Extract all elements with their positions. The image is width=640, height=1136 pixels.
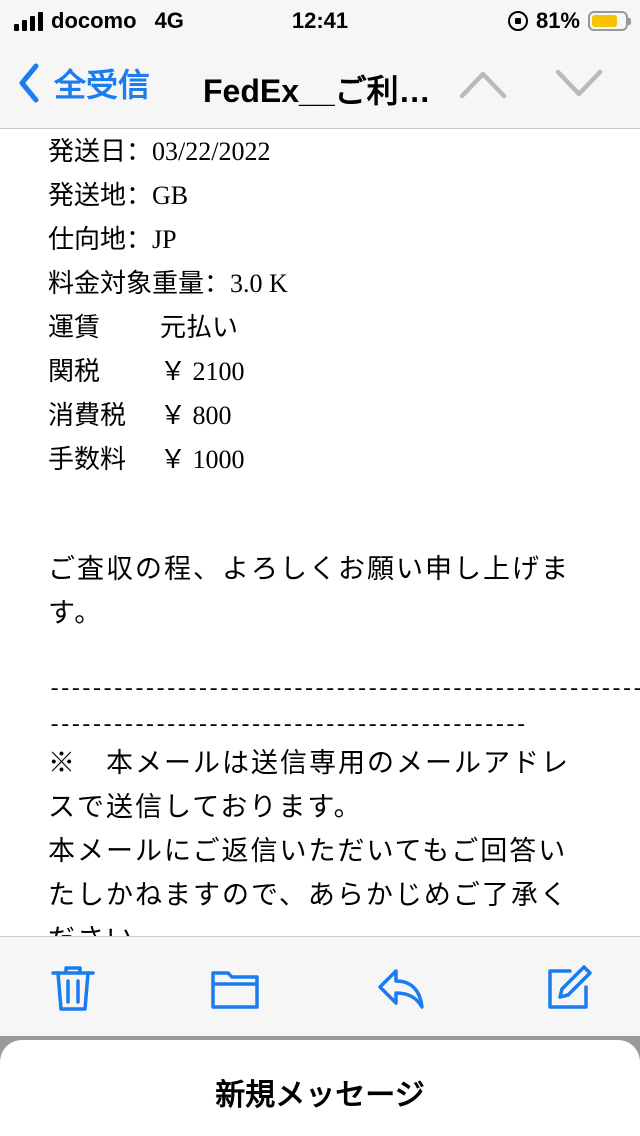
mail-body[interactable]: 発送日：03/22/2022 発送地：GB 仕向地：JP 料金対象重量：3.0 … bbox=[0, 129, 640, 936]
charge-label: 手数料 bbox=[48, 445, 127, 474]
closing-paragraph: ご査収の程、よろしくお願い申し上げます。 bbox=[48, 554, 570, 628]
charge-value: ￥ 800 bbox=[160, 401, 232, 430]
notice-paragraph: ※ 本メールは送信専用のメールアドレスで送信しております。 bbox=[48, 748, 570, 822]
back-button-label: 全受信 bbox=[54, 67, 151, 103]
charge-label: 関税 bbox=[48, 357, 101, 386]
field-label: 発送日： bbox=[48, 137, 153, 166]
trash-icon[interactable] bbox=[48, 963, 98, 1013]
field-label: 仕向地： bbox=[48, 225, 153, 254]
charge-freight: 運賃 元払い bbox=[48, 307, 238, 344]
charge-handling-fee: 手数料 ￥ 1000 bbox=[48, 439, 245, 476]
notice-text: 本メールにご返信いただいてもご回答いたしかねますので、あらかじめご了承くださ bbox=[48, 836, 569, 936]
chevron-left-icon bbox=[19, 63, 39, 103]
field-value: 3.0 K bbox=[230, 269, 288, 298]
field-value: GB bbox=[152, 181, 189, 210]
charge-value: ￥ 1000 bbox=[160, 445, 245, 474]
charge-label: 運賃 bbox=[48, 313, 101, 342]
divider-line: ----------------------------------------… bbox=[48, 713, 528, 738]
status-bar: docomo 4G 12:41 81% bbox=[0, 0, 640, 44]
back-button[interactable]: 全受信 bbox=[14, 60, 150, 106]
draft-message-sheet[interactable]: 新規メッセージ bbox=[0, 1040, 640, 1136]
charge-value: ￥ 2100 bbox=[160, 357, 245, 386]
reply-icon[interactable] bbox=[376, 963, 426, 1013]
battery-icon bbox=[588, 11, 631, 31]
charge-consumption-tax: 消費税 ￥ 800 bbox=[48, 395, 232, 432]
battery-percent: 81% bbox=[535, 8, 580, 33]
chevron-up-icon[interactable] bbox=[458, 66, 508, 102]
field-label: 料金対象重量： bbox=[48, 269, 231, 298]
field-label: 発送地： bbox=[48, 181, 153, 210]
charge-label: 消費税 bbox=[48, 401, 127, 430]
field-ship-date: 発送日：03/22/2022 bbox=[48, 131, 270, 168]
mail-toolbar bbox=[0, 936, 640, 1037]
field-weight: 料金対象重量：3.0 K bbox=[48, 263, 288, 300]
draft-message-label: 新規メッセージ bbox=[215, 1079, 425, 1112]
compose-icon[interactable] bbox=[544, 963, 594, 1013]
folder-icon[interactable] bbox=[210, 963, 260, 1013]
mail-nav-bar: 全受信 FedEx__ご利… bbox=[0, 44, 640, 129]
charge-value: 元払い bbox=[160, 313, 239, 342]
notice-paragraph: 本メールにご返信いただいてもご回答いたしかねますので、あらかじめご了承ください。 bbox=[48, 829, 593, 936]
divider-line: ----------------------------------------… bbox=[48, 677, 640, 702]
field-destination: 仕向地：JP bbox=[48, 219, 177, 256]
field-origin: 発送地：GB bbox=[48, 175, 188, 212]
notice-text-cut: い。 bbox=[106, 924, 164, 936]
chevron-down-icon[interactable] bbox=[554, 66, 604, 102]
charge-duty: 関税 ￥ 2100 bbox=[48, 351, 245, 388]
field-value: JP bbox=[152, 225, 177, 254]
field-value: 03/22/2022 bbox=[152, 137, 271, 166]
orientation-lock-icon bbox=[507, 11, 528, 31]
mail-subject-title: FedEx__ご利… bbox=[203, 73, 431, 109]
